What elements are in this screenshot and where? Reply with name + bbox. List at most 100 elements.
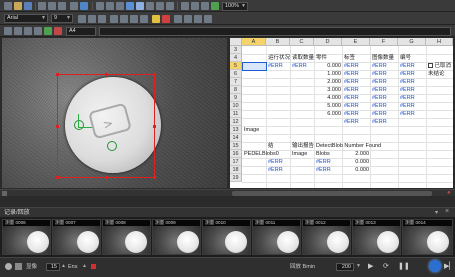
cell[interactable]: #ERR [268,158,290,166]
column-header-d[interactable]: D [314,38,342,46]
align-left-icon[interactable] [110,15,118,23]
align-right-icon[interactable] [130,15,138,23]
frame-thumbnail[interactable]: 测量 0011 [252,219,301,255]
new-icon[interactable] [4,2,12,10]
row-header[interactable]: 7 [230,78,242,86]
cell[interactable]: #ERR [344,86,370,94]
pause-icon[interactable]: ❚❚ [398,262,410,270]
border-icon[interactable] [174,15,182,23]
column-header-b[interactable]: B [266,38,290,46]
cell[interactable]: #ERR [400,94,426,102]
frame-count-input[interactable]: 15 [46,263,60,271]
align-center-icon[interactable] [120,15,128,23]
roi-handle[interactable] [153,125,156,128]
roi-handle[interactable] [153,176,156,179]
open-icon[interactable] [14,2,22,10]
cell[interactable]: #ERR [316,166,342,174]
frame-thumbnail[interactable]: 测量 0014 [402,219,453,255]
frame-thumbnail[interactable]: 测量 0007 [52,219,101,255]
loop-icon[interactable]: ⟳ [383,262,389,270]
close-icon[interactable]: ● [447,190,451,196]
cell[interactable]: 标签 [344,54,370,62]
record-icon[interactable] [5,263,12,270]
cell[interactable]: #ERR [400,70,426,78]
settings-icon[interactable] [15,263,22,270]
roi-handle[interactable] [105,73,108,76]
roi-handle[interactable] [56,125,59,128]
row-header[interactable]: 4 [230,54,242,62]
selected-cell[interactable] [242,62,267,71]
formula-input[interactable] [99,27,451,36]
row-header[interactable]: 8 [230,86,242,94]
row-header[interactable]: 12 [230,118,242,126]
checkmark-icon[interactable] [44,27,52,35]
display-icon[interactable] [201,2,209,10]
cell[interactable]: #ERR [344,118,370,126]
grid-icon[interactable] [126,2,134,10]
column-header-h[interactable]: H [426,38,453,46]
cell[interactable]: 运行状况 [268,54,290,62]
roi-handle[interactable] [105,176,108,179]
stepper-icon[interactable]: ▲ [61,263,66,269]
cell[interactable]: 6.000 [314,110,342,118]
copy-icon[interactable] [48,2,56,10]
column-header-a[interactable]: A [242,38,266,46]
dropdown-icon[interactable]: ▼ [356,263,361,269]
frame-thumbnail[interactable]: 测量 0012 [302,219,351,255]
row-header[interactable]: 18 [230,166,242,174]
cell[interactable]: #ERR [372,78,398,86]
pin-icon[interactable]: ▾ [435,209,438,216]
italic-icon[interactable] [88,15,96,23]
cell[interactable]: #ERR [400,86,426,94]
font-size-select[interactable]: 9 ▼ [51,14,73,23]
cell[interactable]: 1.000 [314,70,342,78]
frame-thumbnail[interactable]: 测量 0009 [152,219,201,255]
split-icon[interactable] [191,2,199,10]
zoom-out-icon[interactable] [106,2,114,10]
cell[interactable]: 2.000 [314,78,342,86]
corner-cell[interactable] [230,38,242,46]
cell[interactable]: Image [244,126,266,134]
live-icon[interactable] [166,2,174,10]
cell[interactable]: #ERR [400,110,426,118]
cell[interactable]: 2.000 [342,150,370,158]
cell[interactable]: 未结论 [428,70,453,78]
cell[interactable]: #ERR [372,102,398,110]
stepper-icon[interactable]: ▲ [82,263,87,269]
cell[interactable]: #ERR [372,70,398,78]
cell[interactable]: 输出报告 [292,142,314,150]
cell[interactable]: 结 [268,142,290,150]
bold-icon[interactable] [78,15,86,23]
undo-icon[interactable] [70,2,78,10]
cell[interactable]: #ERR [372,110,398,118]
frame-thumbnail[interactable]: 测量 0010 [202,219,251,255]
cell[interactable]: DetectBlob Number Found [316,142,396,150]
row-header[interactable]: 17 [230,158,242,166]
cell[interactable]: #ERR [344,78,370,86]
row-header[interactable]: 5 [230,62,242,70]
cell[interactable]: 5.000 [314,102,342,110]
cut-icon[interactable] [38,2,46,10]
cell[interactable]: #ERR [344,62,370,70]
row-header[interactable]: 9 [230,94,242,102]
save-icon[interactable] [24,2,32,10]
cell[interactable]: #ERR [400,78,426,86]
fill-color-icon[interactable] [152,15,160,23]
cell[interactable]: #ERR [372,86,398,94]
cell[interactable]: 图像数量 [372,54,398,62]
outdent-icon[interactable] [194,15,202,23]
indent-icon[interactable] [184,15,192,23]
fit-icon[interactable] [116,2,124,10]
next-frame-icon[interactable]: ▶▏ [444,262,455,270]
cell[interactable]: 编号 [400,54,426,62]
cell[interactable]: #ERR [400,102,426,110]
format-icon[interactable] [204,15,212,23]
function-icon[interactable] [14,27,22,35]
column-header-e[interactable]: E [342,38,370,46]
column-header-g[interactable]: G [398,38,426,46]
cell[interactable]: 3.000 [314,86,342,94]
frame-thumbnail[interactable]: 测量 0008 [102,219,151,255]
cell[interactable]: 零件 [316,54,342,62]
live-mode-icon[interactable] [429,260,441,272]
row-header[interactable]: 6 [230,70,242,78]
